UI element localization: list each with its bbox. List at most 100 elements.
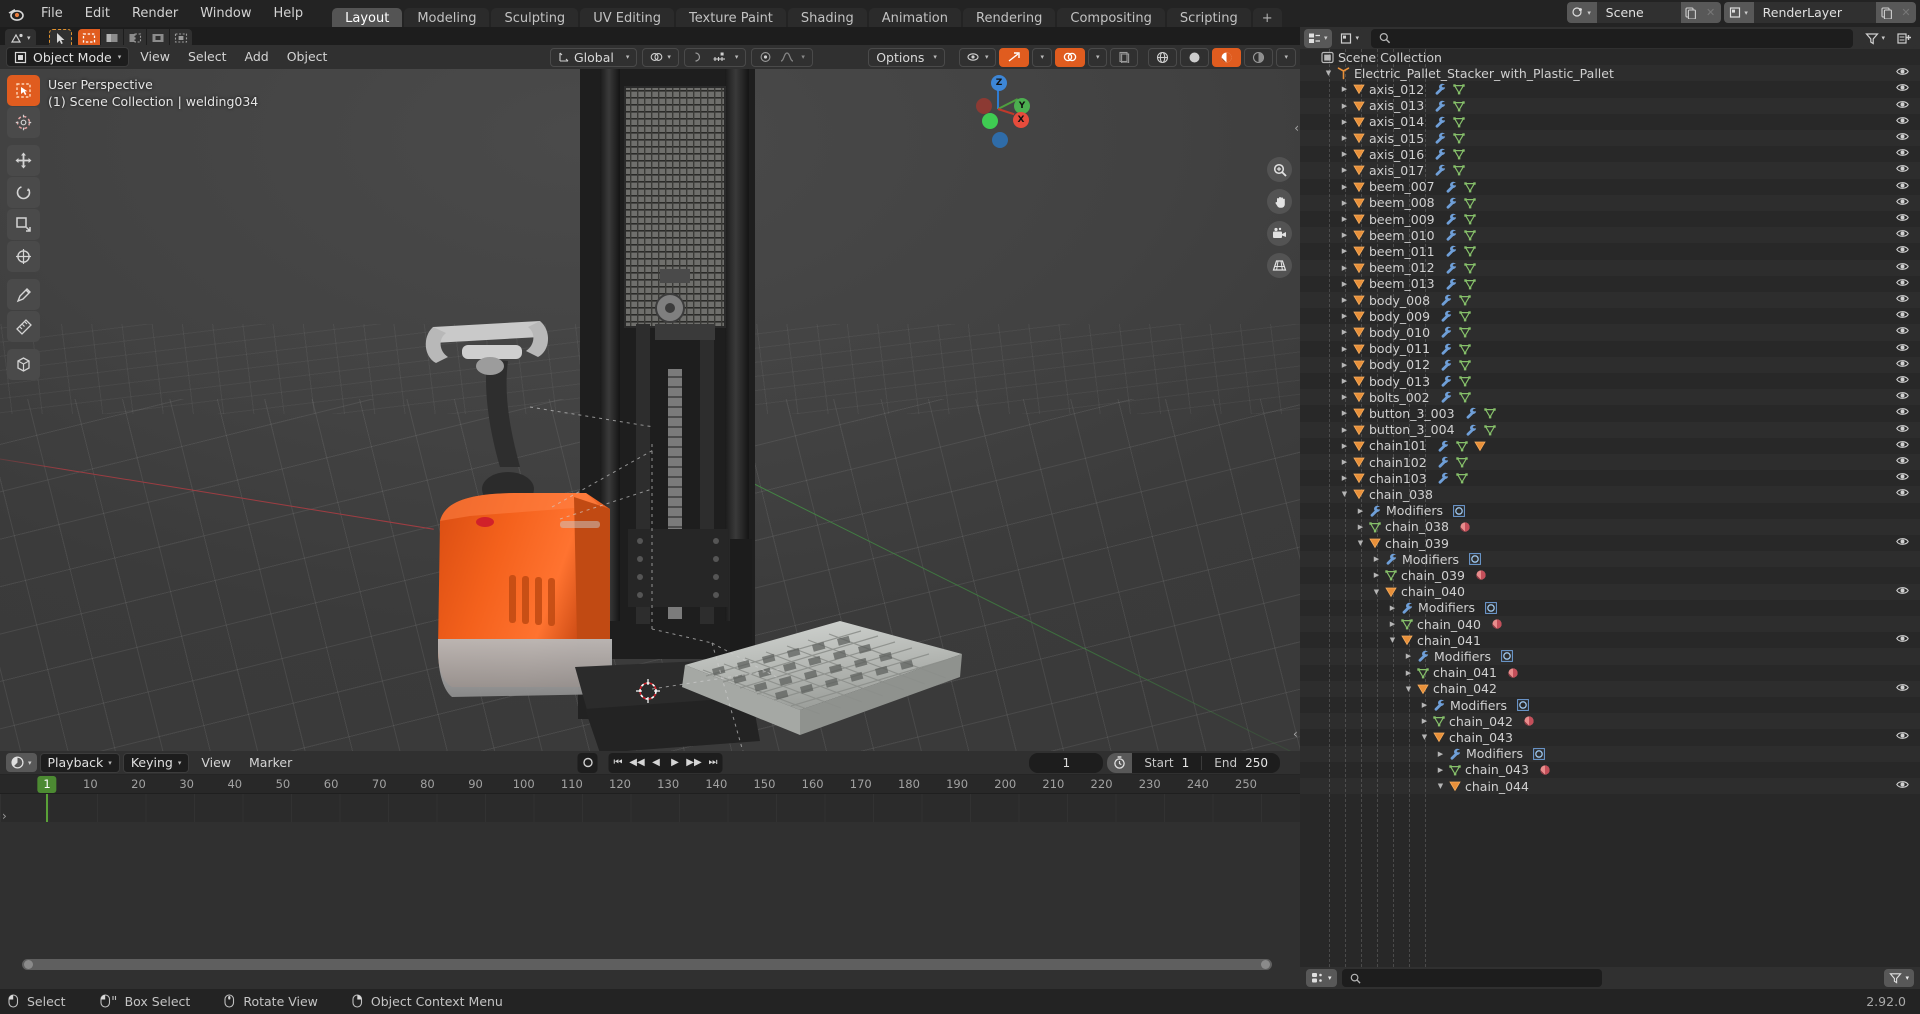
outliner-row[interactable]: ▼ chain_042: [1300, 681, 1920, 697]
remove-viewlayer-button[interactable]: ✕: [1896, 2, 1916, 23]
gizmo-axis-x-pos[interactable]: X: [1013, 112, 1029, 128]
visibility-eye-icon[interactable]: [1896, 131, 1909, 142]
visibility-eye-icon[interactable]: [1896, 682, 1909, 693]
prev-keyframe-button[interactable]: ◀◀: [628, 753, 647, 773]
gizmo-axis-z-pos[interactable]: Z: [991, 75, 1007, 91]
subsurf-icon[interactable]: [1469, 553, 1481, 566]
expand-arrow-down-icon[interactable]: ▼: [1418, 729, 1431, 745]
visibility-eye-icon[interactable]: [1896, 536, 1909, 547]
overlays-options-dropdown[interactable]: ▾: [1087, 47, 1108, 67]
visibility-eye-icon[interactable]: [1896, 82, 1909, 93]
outliner-row[interactable]: ▶ Modifiers: [1300, 648, 1920, 664]
visibility-eye-icon[interactable]: [1896, 293, 1909, 304]
viewlayer-selector[interactable]: ▾ RenderLayer ✕: [1723, 2, 1916, 23]
expand-arrow-right-icon[interactable]: ▶: [1338, 373, 1351, 389]
visibility-eye-icon[interactable]: [1896, 66, 1909, 77]
mesh-data-icon[interactable]: [1453, 116, 1465, 128]
outliner-row[interactable]: ▶ Modifiers: [1300, 697, 1920, 713]
visibility-eye-icon[interactable]: [1896, 196, 1909, 207]
expand-arrow-right-icon[interactable]: ▶: [1338, 114, 1351, 130]
modifier-icon[interactable]: [1445, 278, 1458, 290]
material-icon[interactable]: [1475, 569, 1487, 581]
material-icon[interactable]: [1507, 667, 1519, 679]
outliner-row[interactable]: ▶ body_010: [1300, 324, 1920, 340]
expand-arrow-down-icon[interactable]: ▼: [1370, 584, 1383, 600]
scene-selector[interactable]: ▾ Scene ✕: [1566, 2, 1721, 23]
expand-arrow-down-icon[interactable]: ▼: [1402, 681, 1415, 697]
menu-render[interactable]: Render: [121, 1, 189, 27]
playhead[interactable]: [46, 794, 48, 822]
material-icon[interactable]: [1539, 764, 1551, 776]
outliner-row[interactable]: ▶ body_013: [1300, 373, 1920, 389]
visibility-eye-icon[interactable]: [1896, 277, 1909, 288]
outliner-row[interactable]: Scene Collection: [1300, 49, 1920, 65]
expand-arrow-right-icon[interactable]: ▶: [1338, 195, 1351, 211]
outliner-row[interactable]: ▶ axis_017: [1300, 162, 1920, 178]
modifier-icon[interactable]: [1434, 83, 1447, 96]
modifier-icon[interactable]: [1445, 262, 1458, 274]
modifier-icon[interactable]: [1445, 213, 1458, 225]
auto-keyframe-button[interactable]: [577, 752, 598, 773]
outliner-row[interactable]: ▶ beem_008: [1300, 195, 1920, 211]
outliner-row[interactable]: ▶ axis_016: [1300, 146, 1920, 162]
outliner-row[interactable]: ▼ chain_038: [1300, 486, 1920, 502]
expand-arrow-down-icon[interactable]: ▼: [1386, 632, 1399, 648]
expand-arrow-down-icon[interactable]: ▼: [1322, 65, 1335, 81]
visibility-eye-icon[interactable]: [1896, 633, 1909, 644]
modifier-icon[interactable]: [1434, 116, 1447, 128]
modifier-icon[interactable]: [1437, 440, 1450, 452]
gizmo-toggle[interactable]: [999, 47, 1030, 67]
modifier-icon[interactable]: [1445, 229, 1458, 241]
outliner-row[interactable]: ▶ Modifiers: [1300, 551, 1920, 567]
outliner-row[interactable]: ▶ Modifiers: [1300, 503, 1920, 519]
current-frame-field[interactable]: 1: [1029, 752, 1104, 773]
expand-arrow-right-icon[interactable]: ▶: [1338, 422, 1351, 438]
use-preview-range-icon[interactable]: [1107, 752, 1133, 773]
outliner-row[interactable]: ▶ body_009: [1300, 308, 1920, 324]
keying-dropdown[interactable]: Keying ▾: [122, 752, 190, 773]
shading-wireframe-button[interactable]: [1148, 47, 1178, 67]
viewport-menu-select[interactable]: Select: [179, 47, 236, 67]
outliner-filter-button[interactable]: ▾: [1861, 28, 1889, 48]
gizmo-axis-y-neg[interactable]: [982, 113, 998, 129]
playhead-label[interactable]: 1: [37, 776, 57, 793]
expand-arrow-right-icon[interactable]: ▶: [1338, 179, 1351, 195]
modifier-icon[interactable]: [1445, 181, 1458, 193]
visibility-eye-icon[interactable]: [1896, 163, 1909, 174]
expand-arrow-right-icon[interactable]: ▶: [1370, 567, 1383, 583]
outliner-tree[interactable]: Scene Collection ▼ Electric_Pallet_Stacker…: [1300, 49, 1920, 967]
tool-annotate[interactable]: [7, 279, 40, 310]
pan-hand-icon[interactable]: [1267, 189, 1292, 214]
visibility-eye-icon[interactable]: [1896, 342, 1909, 353]
expand-arrow-right-icon[interactable]: ▶: [1338, 324, 1351, 340]
outliner-row[interactable]: ▼ chain_039: [1300, 535, 1920, 551]
subsurf-icon[interactable]: [1517, 699, 1529, 711]
visibility-eye-icon[interactable]: [1896, 779, 1909, 790]
outliner-row[interactable]: ▶ button_3_004: [1300, 422, 1920, 438]
outliner-row[interactable]: ▶ beem_013: [1300, 276, 1920, 292]
pivot-point-dropdown[interactable]: ▾: [642, 47, 679, 67]
visibility-eye-icon[interactable]: [1896, 99, 1909, 110]
modifier-icon[interactable]: [1434, 148, 1447, 160]
expand-arrow-right-icon[interactable]: ▶: [1338, 211, 1351, 227]
properties-editor-type-button[interactable]: ▾: [1306, 969, 1337, 987]
jump-end-button[interactable]: ⏭: [704, 753, 723, 773]
outliner-row[interactable]: ▶ bolts_002: [1300, 389, 1920, 405]
visibility-eye-icon[interactable]: [1896, 455, 1909, 466]
outliner-row[interactable]: ▼ Electric_Pallet_Stacker_with_Plastic_Pa…: [1300, 65, 1920, 81]
outliner-collapse-arrow[interactable]: ‹: [1293, 727, 1298, 741]
mesh-data-icon[interactable]: [1453, 132, 1465, 144]
expand-arrow-right-icon[interactable]: ▶: [1338, 81, 1351, 97]
outliner-row[interactable]: ▼ chain_041: [1300, 632, 1920, 648]
tool-tweak[interactable]: [7, 75, 40, 106]
expand-arrow-right-icon[interactable]: ▶: [1338, 308, 1351, 324]
expand-arrow-right-icon[interactable]: ▶: [1402, 648, 1415, 664]
child-object-icon[interactable]: [1474, 440, 1486, 452]
expand-arrow-right-icon[interactable]: ▶: [1338, 276, 1351, 292]
outliner-row[interactable]: ▶ chain102: [1300, 454, 1920, 470]
modifier-icon[interactable]: [1445, 245, 1458, 258]
tool-scale[interactable]: [7, 209, 40, 240]
tool-rotate[interactable]: [7, 177, 40, 208]
shading-solid-button[interactable]: [1180, 47, 1210, 67]
start-frame-value[interactable]: 1: [1182, 756, 1202, 770]
